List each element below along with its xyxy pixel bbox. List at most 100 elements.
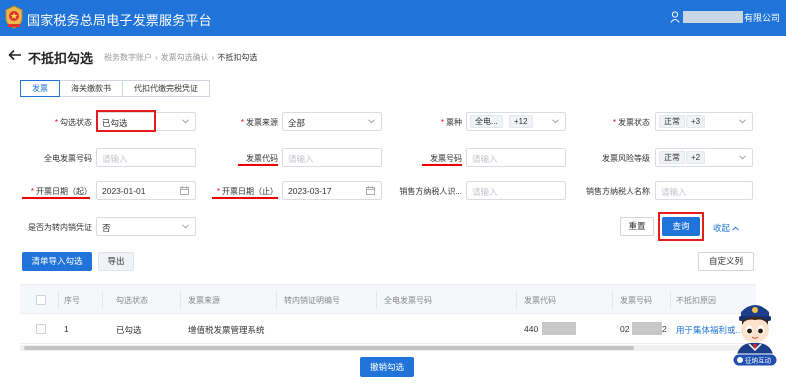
chevron-down-icon <box>739 119 746 124</box>
risk-level-select[interactable]: 正常 +2 <box>655 148 753 167</box>
invoice-source-label: * 发票来源 <box>240 118 278 127</box>
risk-level-tag: 正常 <box>659 151 685 164</box>
tab-customs-payment[interactable]: 海关缴款书 <box>59 80 123 97</box>
breadcrumb: 税务数字账户 › 发票勾选确认 › 不抵扣勾选 <box>104 52 257 63</box>
cell-source: 增值税发票管理系统 <box>188 325 265 335</box>
cell-invoice-no: 02 <box>620 324 630 334</box>
breadcrumb-bar: 不抵扣勾选 税务数字账户 › 发票勾选确认 › 不抵扣勾选 <box>0 36 786 76</box>
invoice-type-tag: 全电... <box>470 115 503 128</box>
underline-date-start <box>22 197 90 199</box>
date-end-picker[interactable]: 2023-03-17 <box>282 181 382 200</box>
date-end-label: * 开票日期（止） <box>216 187 278 196</box>
highlight-box-query <box>658 212 704 241</box>
invoice-status-more-tag: +3 <box>686 115 706 128</box>
cell-invoice-no-suffix: 2 <box>662 324 667 334</box>
invoice-type-select[interactable]: 全电... +12 <box>466 112 566 131</box>
invoice-source-select[interactable]: 全部 <box>282 112 382 131</box>
column-separator <box>516 291 517 309</box>
column-header-index: 序号 <box>64 296 80 305</box>
column-header-source: 发票来源 <box>188 296 220 305</box>
full-elec-no-input[interactable]: 请输入 <box>96 148 196 167</box>
user-company-name[interactable]: 有限公司 <box>744 11 780 24</box>
invoice-code-input[interactable]: 请输入 <box>282 148 382 167</box>
user-name-redacted <box>683 11 743 23</box>
chevron-down-icon <box>552 119 559 124</box>
user-icon[interactable] <box>670 11 680 23</box>
column-separator <box>612 291 613 309</box>
calendar-icon <box>180 186 189 195</box>
chevron-down-icon <box>739 155 746 160</box>
underline-invoice-code <box>238 164 278 166</box>
transfer-out-label: 是否为转内销凭证 <box>28 223 92 232</box>
transfer-out-value: 否 <box>102 223 111 233</box>
column-separator <box>58 291 59 309</box>
custom-columns-button[interactable]: 自定义列 <box>698 252 754 271</box>
invoice-status-tag: 正常 <box>659 115 685 128</box>
invoice-status-label: * 发票状态 <box>612 118 650 127</box>
underline-invoice-no <box>422 164 462 166</box>
row-checkbox[interactable] <box>36 324 46 334</box>
seller-name-placeholder: 请输入 <box>661 187 687 197</box>
chevron-down-icon <box>182 119 189 124</box>
breadcrumb-item-account[interactable]: 税务数字账户 <box>104 53 152 62</box>
cell-status: 已勾选 <box>116 325 142 335</box>
redacted-invoice-code <box>542 322 576 335</box>
invoice-no-label: 发票号码 <box>430 154 462 163</box>
date-end-value: 2023-03-17 <box>288 186 332 196</box>
invoice-type-label: * 票种 <box>440 118 462 127</box>
page-title: 不抵扣勾选 <box>28 51 94 66</box>
assistant-mascot-icon[interactable]: 征纳互动 <box>727 296 783 370</box>
invoice-no-input[interactable]: 请输入 <box>466 148 566 167</box>
underline-date-end <box>212 197 278 199</box>
date-start-picker[interactable]: 2023-01-01 <box>96 181 196 200</box>
cell-index: 1 <box>64 324 69 334</box>
seller-name-label: 销售方纳税人名称 <box>586 187 650 196</box>
column-separator <box>670 291 671 309</box>
column-header-full-elec-no: 全电发票号码 <box>384 296 432 305</box>
tab-invoice[interactable]: 发票 <box>20 80 60 97</box>
top-bar: 国家税务总局电子发票服务平台 有限公司 <box>0 0 786 36</box>
export-button[interactable]: 导出 <box>98 252 134 271</box>
invoice-status-select[interactable]: 正常 +3 <box>655 112 753 131</box>
seller-tax-id-input[interactable]: 请输入 <box>466 181 566 200</box>
column-separator <box>102 291 103 309</box>
calendar-icon <box>366 186 375 195</box>
column-header-transfer-cert: 转内销证明编号 <box>284 296 340 305</box>
check-status-label: * 勾选状态 <box>54 118 92 127</box>
column-header-invoice-code: 发票代码 <box>524 296 556 305</box>
column-separator <box>376 291 377 309</box>
invoice-no-placeholder: 请输入 <box>472 154 498 164</box>
cancel-check-button[interactable]: 撤销勾选 <box>360 357 414 377</box>
breadcrumb-item-confirm[interactable]: 发票勾选确认 <box>161 53 209 62</box>
transfer-out-select[interactable]: 否 <box>96 217 196 236</box>
app-title: 国家税务总局电子发票服务平台 <box>27 13 212 28</box>
date-start-value: 2023-01-01 <box>102 186 146 196</box>
chevron-up-icon <box>732 226 740 231</box>
table-header: 序号 勾选状态 发票来源 转内销证明编号 全电发票号码 发票代码 发票号码 不抵… <box>20 284 756 314</box>
document-type-tabs: 发票 海关缴款书 代扣代缴完税凭证 <box>20 80 210 97</box>
import-check-button[interactable]: 清单导入勾选 <box>22 252 92 271</box>
column-header-invoice-no: 发票号码 <box>620 296 652 305</box>
breadcrumb-item-current: 不抵扣勾选 <box>217 53 258 62</box>
invoice-code-label: 发票代码 <box>246 154 278 163</box>
redacted-invoice-no <box>632 322 662 335</box>
table-row[interactable]: 1 已勾选 增值税发票管理系统 440 02 2 用于集体福利或... <box>20 314 756 344</box>
seller-name-input[interactable]: 请输入 <box>655 181 753 200</box>
horizontal-scrollbar[interactable] <box>20 345 756 351</box>
breadcrumb-separator: › <box>155 53 158 62</box>
back-arrow-icon[interactable] <box>8 49 22 61</box>
chevron-down-icon <box>368 119 375 124</box>
invoice-source-value: 全部 <box>288 118 306 128</box>
invoice-type-more-tag: +12 <box>509 115 533 128</box>
cell-invoice-code: 440 <box>524 324 539 334</box>
invoice-code-placeholder: 请输入 <box>288 154 314 164</box>
tab-withholding-certificate[interactable]: 代扣代缴完税凭证 <box>122 80 210 97</box>
risk-level-more-tag: +2 <box>686 151 706 164</box>
scrollbar-thumb[interactable] <box>24 346 634 350</box>
collapse-link[interactable]: 收起 <box>713 222 740 234</box>
select-all-checkbox[interactable] <box>36 295 46 305</box>
full-elec-no-label: 全电发票号码 <box>44 154 92 163</box>
reset-button[interactable]: 重置 <box>620 217 654 236</box>
seller-tax-id-label: 销售方纳税人识... <box>399 187 462 196</box>
mascot-caption: 征纳互动 <box>745 356 772 365</box>
